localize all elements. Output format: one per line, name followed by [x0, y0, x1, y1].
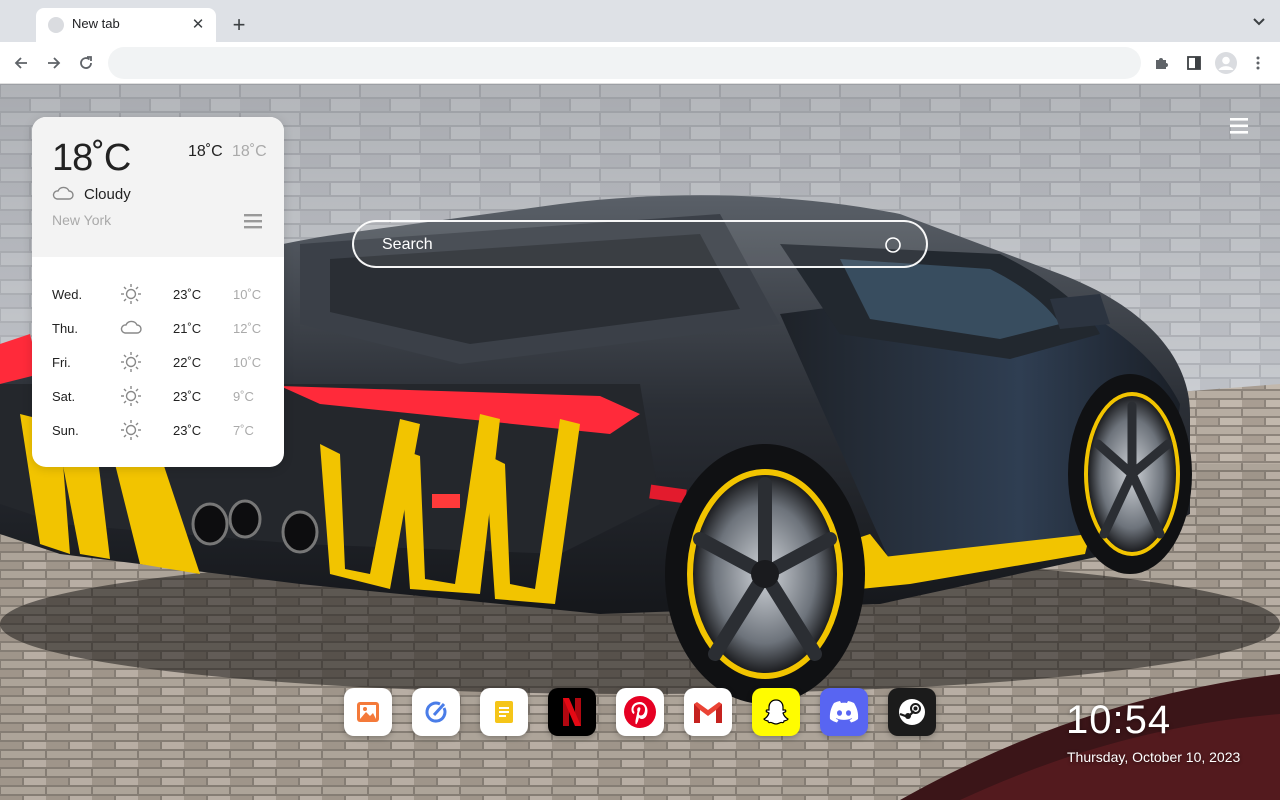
sun-icon — [121, 420, 141, 440]
forecast-day: Thu. — [52, 321, 79, 336]
sun-icon — [121, 284, 141, 304]
search-box[interactable] — [352, 220, 928, 268]
netflix-icon — [563, 698, 581, 726]
reload-icon — [80, 56, 92, 69]
forecast-high: 21˚C — [173, 321, 202, 336]
search-icon[interactable] — [884, 236, 904, 256]
steam-app[interactable] — [888, 688, 936, 736]
netflix-app[interactable] — [548, 688, 596, 736]
forecast-low: 12˚C — [233, 321, 262, 336]
sun-icon — [121, 386, 141, 406]
chevron-down-icon[interactable] — [1250, 13, 1268, 31]
reload-button[interactable] — [74, 51, 98, 75]
weather-current: 18˚C 18˚C 18˚C Cloudy New York — [32, 117, 284, 257]
pen-circle-icon — [425, 701, 447, 723]
snapchat-icon — [763, 699, 789, 725]
forecast-low: 7˚C — [233, 423, 254, 438]
weather-widget: 18˚C 18˚C 18˚C Cloudy New York Wed. 23˚C… — [32, 117, 284, 467]
address-bar[interactable] — [108, 47, 1141, 79]
pinterest-app[interactable] — [616, 688, 664, 736]
menu-button[interactable] — [1246, 51, 1270, 75]
forecast-low: 9˚C — [233, 389, 254, 404]
discord-app[interactable] — [820, 688, 868, 736]
forecast-high: 23˚C — [173, 287, 202, 302]
close-icon[interactable]: ✕ — [188, 14, 208, 34]
image-icon — [357, 702, 379, 722]
forecast-day: Sat. — [52, 389, 76, 404]
new-tab-page: 18˚C 18˚C 18˚C Cloudy New York Wed. 23˚C… — [0, 84, 1280, 800]
hamburger-menu-icon[interactable] — [1228, 116, 1250, 136]
note-icon — [495, 701, 513, 723]
weather-forecast: Wed. 23˚C 10˚C Thu. 21˚C 12˚C Fri. 22˚C … — [32, 277, 284, 447]
tab-title: New tab — [72, 16, 120, 31]
edit-app[interactable] — [412, 688, 460, 736]
arrow-right-icon — [48, 57, 61, 69]
photos-app[interactable] — [344, 688, 392, 736]
forecast-row: Sat. 23˚C 9˚C — [32, 379, 284, 413]
toolbar — [0, 42, 1280, 84]
forecast-day: Wed. — [52, 287, 83, 302]
weather-city: New York — [52, 212, 112, 228]
forecast-row: Thu. 21˚C 12˚C — [32, 311, 284, 345]
today-high: 18˚C — [188, 143, 223, 160]
avatar-icon — [1215, 52, 1237, 74]
forward-button[interactable] — [42, 51, 66, 75]
current-temperature: 18˚C — [52, 137, 131, 179]
profile-button[interactable] — [1214, 51, 1238, 75]
side-panel-icon — [1187, 56, 1201, 70]
favicon-icon — [48, 17, 64, 33]
more-vert-icon — [1256, 56, 1260, 70]
forecast-row: Sun. 23˚C 7˚C — [32, 413, 284, 447]
cloud-icon — [52, 186, 74, 200]
sun-icon — [121, 352, 141, 372]
discord-icon — [829, 701, 859, 723]
forecast-low: 10˚C — [233, 355, 262, 370]
side-panel-button[interactable] — [1182, 51, 1206, 75]
extensions-button[interactable] — [1150, 51, 1174, 75]
forecast-row: Fri. 22˚C 10˚C — [32, 345, 284, 379]
pinterest-icon — [624, 696, 656, 728]
weather-menu-icon[interactable] — [244, 213, 262, 229]
gmail-app[interactable] — [684, 688, 732, 736]
cloud-icon — [120, 320, 142, 334]
forecast-low: 10˚C — [233, 287, 262, 302]
puzzle-icon — [1156, 58, 1168, 69]
new-tab-button[interactable]: + — [226, 12, 252, 38]
clock-date: Thursday, October 10, 2023 — [1067, 749, 1241, 765]
forecast-high: 23˚C — [173, 389, 202, 404]
tab-new-tab[interactable]: New tab ✕ — [36, 8, 216, 42]
weather-condition: Cloudy — [84, 186, 131, 203]
tab-strip: New tab ✕ + — [0, 0, 1280, 42]
forecast-high: 22˚C — [173, 355, 202, 370]
back-button[interactable] — [9, 51, 33, 75]
notes-app[interactable] — [480, 688, 528, 736]
today-low: 18˚C — [232, 143, 267, 160]
gmail-icon — [694, 702, 722, 723]
snapchat-app[interactable] — [752, 688, 800, 736]
forecast-day: Fri. — [52, 355, 71, 370]
arrow-left-icon — [14, 57, 27, 69]
forecast-row: Wed. 23˚C 10˚C — [32, 277, 284, 311]
steam-icon — [899, 699, 925, 725]
search-input[interactable] — [382, 232, 862, 258]
forecast-day: Sun. — [52, 423, 79, 438]
clock-time: 10:54 — [1066, 698, 1172, 742]
forecast-high: 23˚C — [173, 423, 202, 438]
